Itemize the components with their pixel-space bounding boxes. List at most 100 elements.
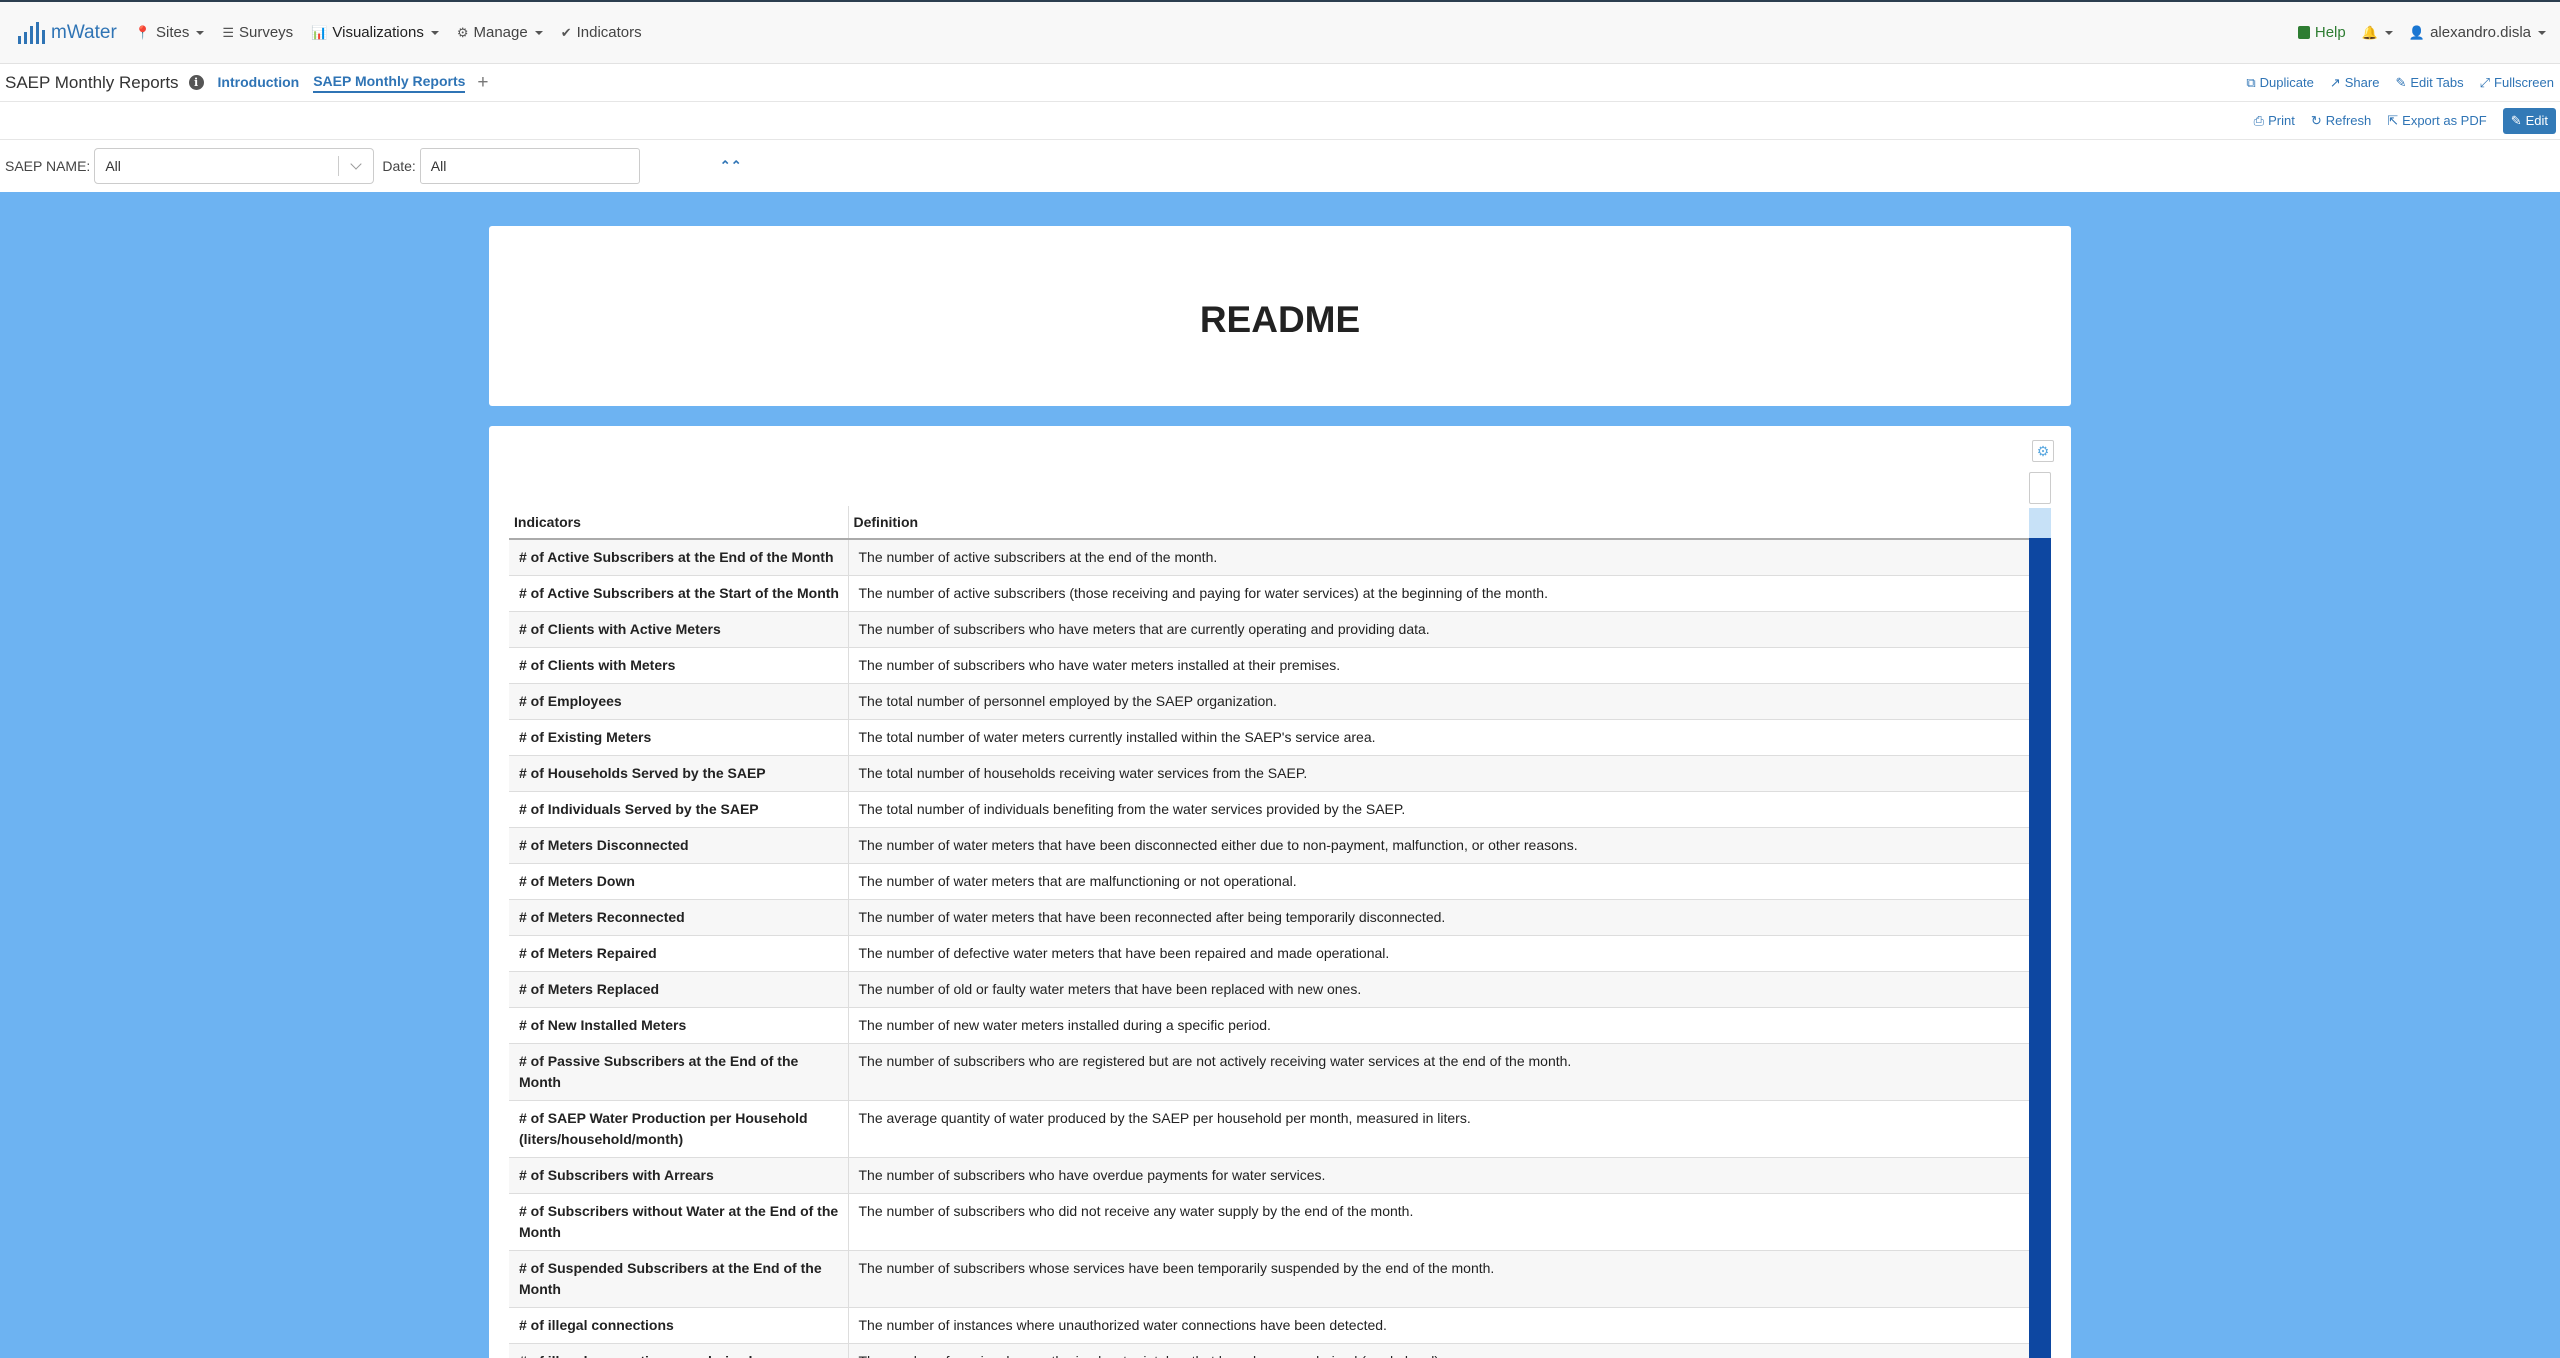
- date-label: Date:: [382, 158, 416, 174]
- help-link[interactable]: Help: [2297, 24, 2346, 41]
- nav-indicators-label: Indicators: [576, 24, 642, 41]
- table-row: # of Suspended Subscribers at the End of…: [509, 1250, 2029, 1308]
- scrollbar-thumb[interactable]: [2029, 508, 2051, 538]
- table-row: # of Passive Subscribers at the End of t…: [509, 1043, 2029, 1101]
- share-button[interactable]: ↗ Share: [2330, 75, 2380, 91]
- collapse-filters-icon[interactable]: ⌃⌃: [720, 158, 742, 174]
- indicator-name: # of Existing Meters: [509, 719, 849, 756]
- table-row: # of Active Subscribers at the End of th…: [509, 538, 2029, 576]
- indicator-name: # of Active Subscribers at the End of th…: [509, 538, 849, 576]
- indicator-definition: The average quantity of water produced b…: [848, 1100, 2029, 1158]
- table-row: # of Subscribers without Water at the En…: [509, 1193, 2029, 1251]
- export-pdf-label: Export as PDF: [2402, 113, 2487, 128]
- logo-bars-icon: [18, 21, 45, 44]
- indicator-definition: The number of water meters that have bee…: [848, 899, 2029, 936]
- indicator-definition: The number of subscribers who did not re…: [848, 1193, 2029, 1251]
- edit-tabs-label: Edit Tabs: [2410, 75, 2464, 90]
- indicator-name: # of Meters Repaired: [509, 935, 849, 972]
- indicator-definition: The number of water meters that are malf…: [848, 863, 2029, 900]
- indicator-name: # of Subscribers without Water at the En…: [509, 1193, 849, 1251]
- table-row: # of Clients with Meters The number of su…: [509, 647, 2029, 684]
- column-header-definition: Definition: [848, 506, 2029, 540]
- date-filter-input[interactable]: All: [419, 148, 640, 184]
- list-icon: ☰: [222, 24, 234, 40]
- indicator-definition: The number of subscribers who are regist…: [848, 1043, 2029, 1101]
- external-link-icon: ⇱: [2387, 112, 2399, 128]
- saep-name-value: All: [105, 158, 121, 174]
- indicators-table-widget: ⚙ Indicators Definition # of Active Subs…: [489, 426, 2071, 1358]
- gear-icon: ⚙: [456, 24, 469, 40]
- refresh-button[interactable]: ↻ Refresh: [2311, 113, 2371, 129]
- duplicate-button[interactable]: ⧉ Duplicate: [2246, 75, 2314, 91]
- dashboard-tabbar: SAEP Monthly Reports i Introduction SAEP…: [0, 64, 2560, 102]
- table-row: # of Meters Repaired The number of defect…: [509, 935, 2029, 972]
- fullscreen-button[interactable]: ⤢ Fullscreen: [2480, 75, 2554, 91]
- tab-saep-monthly-reports[interactable]: SAEP Monthly Reports: [313, 73, 466, 93]
- scroll-up-button[interactable]: [2029, 472, 2051, 504]
- share-label: Share: [2344, 75, 2380, 90]
- nav-manage[interactable]: ⚙ Manage: [457, 24, 543, 41]
- user-name: alexandro.disla: [2430, 24, 2531, 41]
- page-title: SAEP Monthly Reports: [5, 72, 179, 92]
- edit-tabs-button[interactable]: ✎ Edit Tabs: [2395, 75, 2463, 91]
- indicators-table: Indicators Definition # of Active Subscr…: [509, 506, 2029, 1358]
- book-icon: [2297, 26, 2310, 39]
- copy-icon: ⧉: [2246, 74, 2256, 90]
- indicator-definition: The total number of households receiving…: [848, 755, 2029, 792]
- export-pdf-button[interactable]: ⇱ Export as PDF: [2387, 113, 2486, 129]
- add-tab-icon[interactable]: +: [477, 72, 488, 94]
- nav-sites[interactable]: 📍 Sites: [135, 24, 205, 41]
- help-label: Help: [2314, 24, 2346, 41]
- saep-name-select[interactable]: All: [94, 148, 375, 184]
- nav-surveys[interactable]: ☰ Surveys: [222, 24, 293, 41]
- indicator-definition: The total number of water meters current…: [848, 719, 2029, 756]
- indicator-definition: The number of subscribers who have water…: [848, 647, 2029, 684]
- nav-indicators[interactable]: ✔ Indicators: [561, 24, 642, 41]
- print-icon: ⎙: [2253, 112, 2265, 128]
- table-row: # of illegal connections regularizedThe …: [509, 1343, 2029, 1358]
- indicator-name: # of New Installed Meters: [509, 1007, 849, 1044]
- indicator-name: # of Employees: [509, 683, 849, 720]
- indicator-definition: The number of water meters that have bee…: [848, 827, 2029, 864]
- indicator-name: # of Clients with Meters: [509, 647, 849, 684]
- share-icon: ↗: [2329, 74, 2341, 90]
- expand-icon: ⤢: [2479, 74, 2491, 90]
- nav-visualizations-label: Visualizations: [332, 24, 424, 41]
- indicator-definition: The number of subscribers whose services…: [848, 1250, 2029, 1308]
- indicator-name: # of Suspended Subscribers at the End of…: [509, 1250, 849, 1308]
- caret-down-icon: [430, 30, 439, 35]
- user-menu[interactable]: 👤 alexandro.disla: [2409, 24, 2546, 41]
- dashboard-canvas: README ⚙ Indicators Definition # of Acti…: [0, 192, 2560, 1358]
- tab-introduction[interactable]: Introduction: [218, 74, 300, 92]
- brand-logo[interactable]: mWater: [18, 21, 117, 44]
- caret-down-icon: [196, 30, 205, 35]
- table-row: # of Employees The total number of person…: [509, 683, 2029, 720]
- indicator-definition: The number of subscribers who have meter…: [848, 611, 2029, 648]
- caret-down-icon: [2538, 30, 2546, 35]
- table-row: # of Meters Down The number of water mete…: [509, 863, 2029, 900]
- user-icon: 👤: [2408, 24, 2426, 40]
- indicator-definition: The number of defective water meters tha…: [848, 935, 2029, 972]
- indicator-definition: The total number of personnel employed b…: [848, 683, 2029, 720]
- filter-bar: SAEP NAME: All Date: All ⌃⌃: [0, 140, 2560, 192]
- nav-manage-label: Manage: [473, 24, 528, 41]
- indicator-definition: The number of active subscribers at the …: [848, 538, 2029, 576]
- pencil-icon: ✎: [2510, 112, 2522, 128]
- scrollbar-track[interactable]: [2029, 508, 2051, 1358]
- edit-button[interactable]: ✎ Edit: [2502, 107, 2556, 134]
- indicator-definition: The total number of individuals benefiti…: [848, 791, 2029, 828]
- table-row: # of Existing Meters The total number of …: [509, 719, 2029, 756]
- indicator-name: # of Meters Disconnected: [509, 827, 849, 864]
- top-navbar: mWater 📍 Sites ☰ Surveys 📊 Visualization…: [0, 0, 2560, 64]
- info-icon[interactable]: i: [188, 75, 204, 90]
- table-row: # of New Installed Meters The number of n…: [509, 1007, 2029, 1044]
- nav-visualizations[interactable]: 📊 Visualizations: [311, 24, 439, 41]
- notifications-button[interactable]: 🔔: [2362, 25, 2393, 41]
- gear-icon[interactable]: ⚙: [2032, 440, 2054, 462]
- print-button[interactable]: ⎙ Print: [2254, 113, 2295, 129]
- table-row: # of Meters Disconnected The number of wa…: [509, 827, 2029, 864]
- chevron-down-icon[interactable]: [339, 158, 373, 170]
- refresh-icon: ↻: [2310, 112, 2322, 128]
- edit-label: Edit: [2525, 113, 2548, 128]
- date-filter-value: All: [430, 158, 447, 174]
